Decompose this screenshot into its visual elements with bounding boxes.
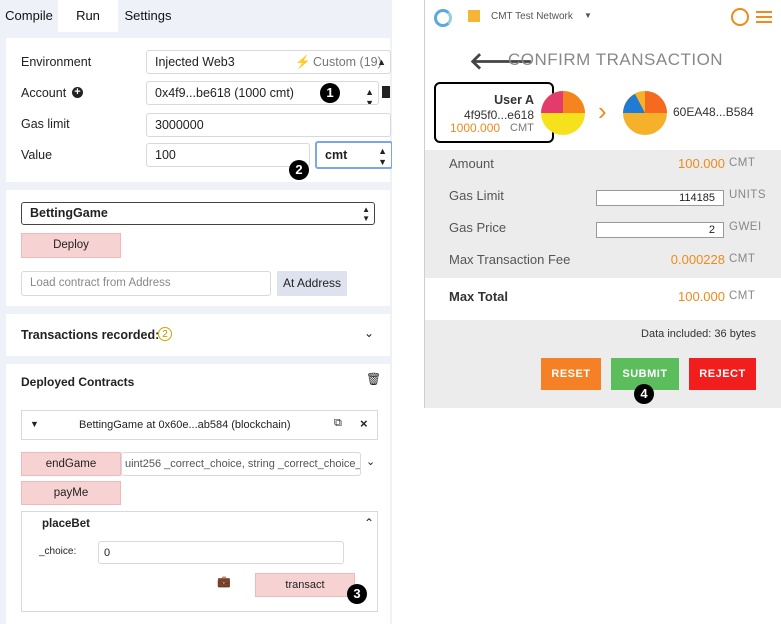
from-account-box: User A 4f95f0...e618 1000.000 CMT <box>434 82 554 143</box>
deployed-contracts-label: Deployed Contracts <box>21 375 135 389</box>
to-address: 60EA48...B584 <box>673 105 754 119</box>
at-address-button[interactable]: At Address <box>277 271 347 296</box>
copy-address-icon[interactable]: ⧉ <box>334 417 342 430</box>
transactions-count-badge: 2 <box>158 327 172 341</box>
network-badge: Custom (19) <box>313 55 382 69</box>
max-total-row: Max Total 100.000 CMT <box>425 278 781 320</box>
step-marker-1: 1 <box>320 83 340 103</box>
transactions-recorded-card[interactable]: Transactions recorded: 2 ⌄ <box>6 314 390 356</box>
network-color-icon <box>468 10 480 22</box>
expand-chevron-icon[interactable]: ⌄ <box>366 455 375 468</box>
from-identicon <box>541 91 585 135</box>
tab-bar: Compile Run Settings <box>0 0 392 32</box>
wallet-header: CMT Test Network ▼ <box>425 0 781 36</box>
transaction-details: Amount 100.000 CMT Gas Limit 114185 UNIT… <box>425 150 781 320</box>
value-unit-select[interactable]: cmt ▲ ▼ <box>315 141 392 169</box>
max-fee-unit: CMT <box>729 253 756 265</box>
amount-unit: CMT <box>729 157 756 169</box>
tab-run[interactable]: Run <box>58 0 118 32</box>
wallet-confirm-window: CMT Test Network ▼ 🡐 CONFIRM TRANSACTION… <box>424 0 781 408</box>
step-marker-3: 3 <box>347 584 367 604</box>
contract-select-value: BettingGame <box>30 206 108 220</box>
run-settings-card: Environment Injected Web3 ⚡ Custom (19) … <box>6 38 392 182</box>
from-address: 4f95f0...e618 <box>463 108 534 122</box>
account-select[interactable]: 0x4f9...be618 (1000 cmt) ▲ ▼ <box>146 81 379 105</box>
amount-label: Amount <box>449 156 494 171</box>
tab-settings[interactable]: Settings <box>118 0 178 32</box>
from-balance-unit: CMT <box>510 122 534 134</box>
environment-label: Environment <box>21 55 92 69</box>
max-fee-label: Max Transaction Fee <box>449 252 571 267</box>
chevron-down-icon[interactable]: ⌄ <box>364 326 374 340</box>
chevron-updown-icon: ▲ <box>377 57 386 67</box>
reset-button[interactable]: RESET <box>541 358 601 390</box>
max-fee-value: 0.000228 <box>670 252 725 267</box>
max-total-label: Max Total <box>449 289 508 304</box>
contract-instance-label: BettingGame at 0x60e...ab584 (blockchain… <box>79 419 291 431</box>
choice-label: _choice: <box>39 546 77 557</box>
menu-icon[interactable] <box>756 11 772 23</box>
step-marker-2: 2 <box>289 160 309 180</box>
confirm-transaction-title: CONFIRM TRANSACTION <box>508 50 724 69</box>
network-selector[interactable]: CMT Test Network <box>491 11 573 22</box>
copy-icon[interactable] <box>382 86 390 98</box>
gas-limit-label: Gas limit <box>21 117 70 131</box>
max-total-value: 100.000 <box>678 289 725 304</box>
gas-limit-field[interactable]: 114185 <box>596 190 724 206</box>
collapse-caret-icon[interactable]: ▼ <box>30 419 39 429</box>
from-balance: 1000.000 <box>450 121 501 135</box>
endgame-params-input[interactable]: uint256 _correct_choice, string _correct… <box>121 452 361 476</box>
chevron-up-icon[interactable]: ⌃ <box>364 516 374 530</box>
close-icon[interactable]: × <box>360 416 368 431</box>
environment-value: Injected Web3 <box>155 55 235 69</box>
value-unit: cmt <box>325 148 348 162</box>
gas-price-label: Gas Price <box>449 220 507 235</box>
data-included-text: Data included: 36 bytes <box>641 328 756 340</box>
step-marker-4: 4 <box>634 384 654 404</box>
contract-instance-header[interactable]: ▼ BettingGame at 0x60e...ab584 (blockcha… <box>21 410 378 440</box>
transactions-recorded-label: Transactions recorded: <box>21 328 160 342</box>
briefcase-icon: 💼 <box>217 576 231 588</box>
gas-limit-label: Gas Limit <box>449 188 504 203</box>
endgame-button[interactable]: endGame <box>21 452 121 476</box>
value-label: Value <box>21 148 53 162</box>
chevron-updown-icon: ▲ ▼ <box>378 146 387 167</box>
placebet-panel: placeBet ⌃ _choice: 0 💼 transact 3 <box>21 511 378 612</box>
wallet-logo-icon <box>434 9 452 27</box>
load-address-input[interactable]: Load contract from Address <box>21 271 271 296</box>
account-label: Account <box>21 86 67 100</box>
add-account-icon[interactable]: + <box>72 87 83 98</box>
reject-button[interactable]: REJECT <box>689 358 756 390</box>
trash-icon[interactable]: 🗑 <box>366 372 381 386</box>
placebet-label: placeBet <box>42 518 90 530</box>
account-switch-icon[interactable] <box>731 8 749 26</box>
deployed-contracts-card: Deployed Contracts 🗑 ▼ BettingGame at 0x… <box>6 364 390 624</box>
environment-select[interactable]: Injected Web3 ⚡ Custom (19) ▲ <box>146 50 391 74</box>
contract-select[interactable]: BettingGame ▲ ▼ <box>21 202 375 225</box>
tab-compile[interactable]: Compile <box>0 0 58 32</box>
caret-down-icon[interactable]: ▼ <box>584 11 592 20</box>
transact-button[interactable]: transact <box>255 573 355 597</box>
remix-run-panel: Compile Run Settings Environment Injecte… <box>0 0 392 624</box>
to-identicon <box>623 91 667 135</box>
payme-button[interactable]: payMe <box>21 481 121 505</box>
gas-limit-unit: UNITS <box>729 189 766 201</box>
value-input[interactable]: 100 <box>146 143 310 167</box>
plug-icon: ⚡ <box>295 55 311 69</box>
chevron-updown-icon: ▲ ▼ <box>362 205 370 223</box>
gas-price-field[interactable]: 2 <box>596 222 724 238</box>
from-account-name: User A <box>494 93 534 107</box>
chevron-updown-icon: ▲ ▼ <box>365 87 374 105</box>
chevron-right-icon: › <box>598 96 607 126</box>
contract-card: BettingGame ▲ ▼ Deploy Load contract from… <box>6 190 390 306</box>
gas-price-unit: GWEI <box>729 221 762 233</box>
choice-input[interactable]: 0 <box>98 541 344 564</box>
amount-value: 100.000 <box>678 156 725 171</box>
max-total-unit: CMT <box>729 290 756 302</box>
account-value: 0x4f9...be618 (1000 cmt) <box>155 86 294 100</box>
deploy-button[interactable]: Deploy <box>21 233 121 258</box>
gas-limit-input[interactable]: 3000000 <box>146 113 391 137</box>
